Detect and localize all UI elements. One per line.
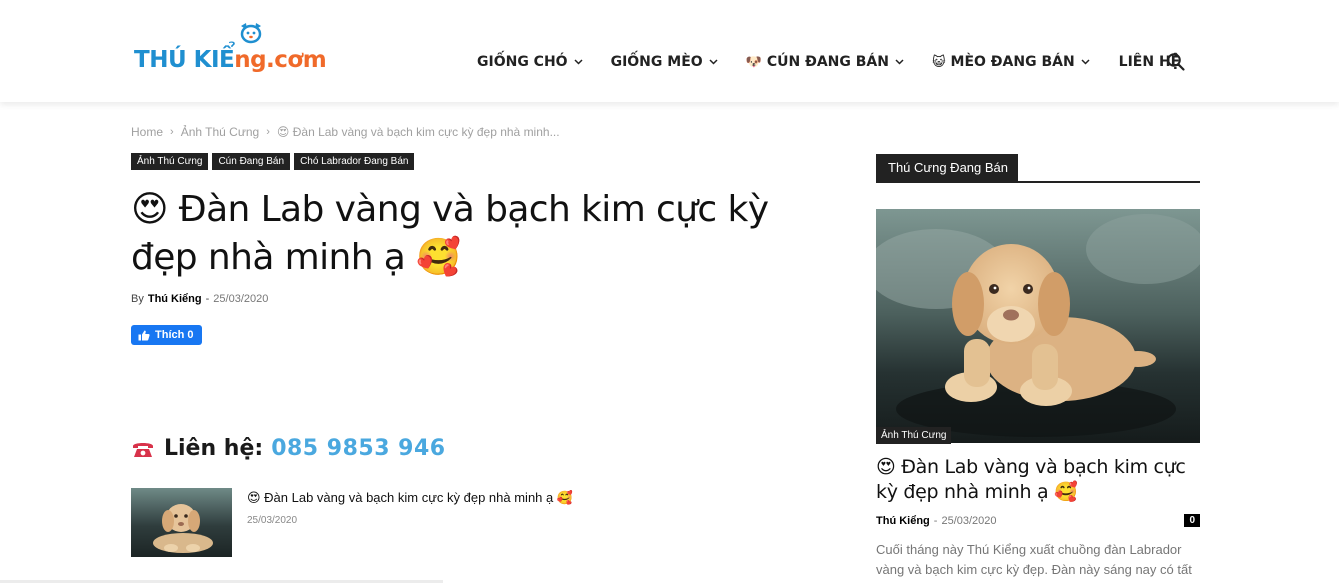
nav-label: GIỐNG MÈO	[610, 54, 703, 70]
logo-text-part1: THÚ KIỂ	[134, 47, 235, 73]
comment-count-badge[interactable]: 0	[1184, 514, 1200, 527]
nav-label: GIỐNG CHÓ	[477, 54, 568, 70]
post-title: 😍 Đàn Lab vàng và bạch kim cực kỳ đẹp nh…	[131, 189, 769, 278]
chevron-down-icon	[709, 59, 718, 65]
sidebar-widget-header: Thú Cưng Đang Bán	[876, 154, 1200, 183]
post-author[interactable]: Thú Kiểng	[148, 293, 202, 305]
sidebar-post-meta: Thú Kiểng - 25/03/2020 0	[876, 514, 1200, 527]
search-icon[interactable]	[1166, 52, 1186, 72]
related-post-title[interactable]: 😍 Đàn Lab vàng và bạch kim cực kỳ đẹp nh…	[247, 490, 573, 506]
puppy-image	[131, 488, 232, 557]
meta-separator: -	[933, 514, 938, 527]
sidebar-category-tag[interactable]: Ảnh Thú Cưng	[876, 427, 952, 444]
post-meta: By Thú Kiểng - 25/03/2020	[131, 293, 268, 305]
like-label: Thích 0	[155, 329, 194, 341]
post-categories: Ảnh Thú Cưng Cún Đang Bán Chó Labrador Đ…	[131, 153, 415, 170]
sidebar-post-date: 25/03/2020	[941, 514, 997, 527]
sidebar-post-excerpt: Cuối tháng này Thú Kiểng xuất chuồng đàn…	[876, 542, 1192, 577]
nav-cun-dang-ban[interactable]: 🐶 CÚN ĐANG BÁN	[746, 54, 904, 70]
nav-label: MÈO ĐANG BÁN	[950, 54, 1075, 70]
telephone-icon	[133, 442, 153, 457]
breadcrumb-category[interactable]: Ảnh Thú Cưng	[181, 125, 260, 139]
nav-meo-dang-ban[interactable]: 😺 MÈO ĐANG BÁN	[932, 54, 1090, 70]
site-logo[interactable]: THÚ KIỂ ng.cơm	[134, 22, 327, 73]
thumbs-up-icon	[138, 330, 150, 340]
related-post-date: 25/03/2020	[247, 515, 298, 526]
category-tag[interactable]: Chó Labrador Đang Bán	[294, 153, 415, 170]
logo-text: THÚ KIỂ ng.cơm	[134, 47, 327, 73]
puppy-image	[876, 209, 1200, 443]
breadcrumb-current: 😍 Đàn Lab vàng và bạch kim cực kỳ đẹp nh…	[276, 125, 560, 139]
sidebar-widget-title: Thú Cưng Đang Bán	[876, 154, 1018, 181]
chevron-right-icon: ›	[266, 126, 270, 138]
contact-line: Liên hệ: 085 9853 946	[131, 436, 446, 461]
meta-separator: -	[205, 293, 210, 305]
related-post-info: 😍 Đàn Lab vàng và bạch kim cực kỳ đẹp nh…	[247, 488, 573, 557]
facebook-like-button[interactable]: Thích 0	[131, 325, 202, 345]
post-date: 25/03/2020	[213, 293, 269, 305]
cat-face-icon: 😺	[931, 54, 946, 70]
sidebar-post-title[interactable]: 😍 Đàn Lab vàng và bạch kim cực kỳ đẹp nh…	[876, 455, 1200, 505]
dog-face-icon: 🐶	[745, 54, 762, 70]
sidebar-featured-image[interactable]	[876, 209, 1200, 443]
nav-giong-cho[interactable]: GIỐNG CHÓ	[477, 54, 583, 70]
chevron-down-icon	[1081, 59, 1090, 65]
category-tag[interactable]: Cún Đang Bán	[212, 153, 291, 170]
chevron-down-icon	[895, 59, 904, 65]
main-nav: GIỐNG CHÓ GIỐNG MÈO 🐶 CÚN ĐANG BÁN 😺 MÈO…	[477, 50, 1180, 74]
logo-text-part2: ng.cơm	[234, 47, 327, 73]
breadcrumb-home[interactable]: Home	[131, 125, 163, 139]
breadcrumb: Home › Ảnh Thú Cưng › 😍 Đàn Lab vàng và …	[131, 125, 560, 139]
nav-giong-meo[interactable]: GIỐNG MÈO	[611, 54, 718, 70]
related-post: 😍 Đàn Lab vàng và bạch kim cực kỳ đẹp nh…	[131, 488, 573, 557]
related-post-thumbnail[interactable]	[131, 488, 232, 557]
category-tag[interactable]: Ảnh Thú Cưng	[131, 153, 209, 170]
contact-label: Liên hệ:	[164, 436, 264, 461]
logo-pet-icon	[240, 23, 262, 44]
chevron-down-icon	[574, 59, 583, 65]
chevron-right-icon: ›	[170, 126, 174, 138]
site-header: THÚ KIỂ ng.cơm GIỐNG CHÓ GIỐNG MÈO 🐶 CÚN …	[0, 0, 1339, 102]
contact-phone-link[interactable]: 085 9853 946	[271, 436, 445, 461]
by-label: By	[131, 293, 144, 305]
nav-label: CÚN ĐANG BÁN	[766, 54, 889, 70]
sidebar-post-author[interactable]: Thú Kiểng	[876, 515, 930, 527]
